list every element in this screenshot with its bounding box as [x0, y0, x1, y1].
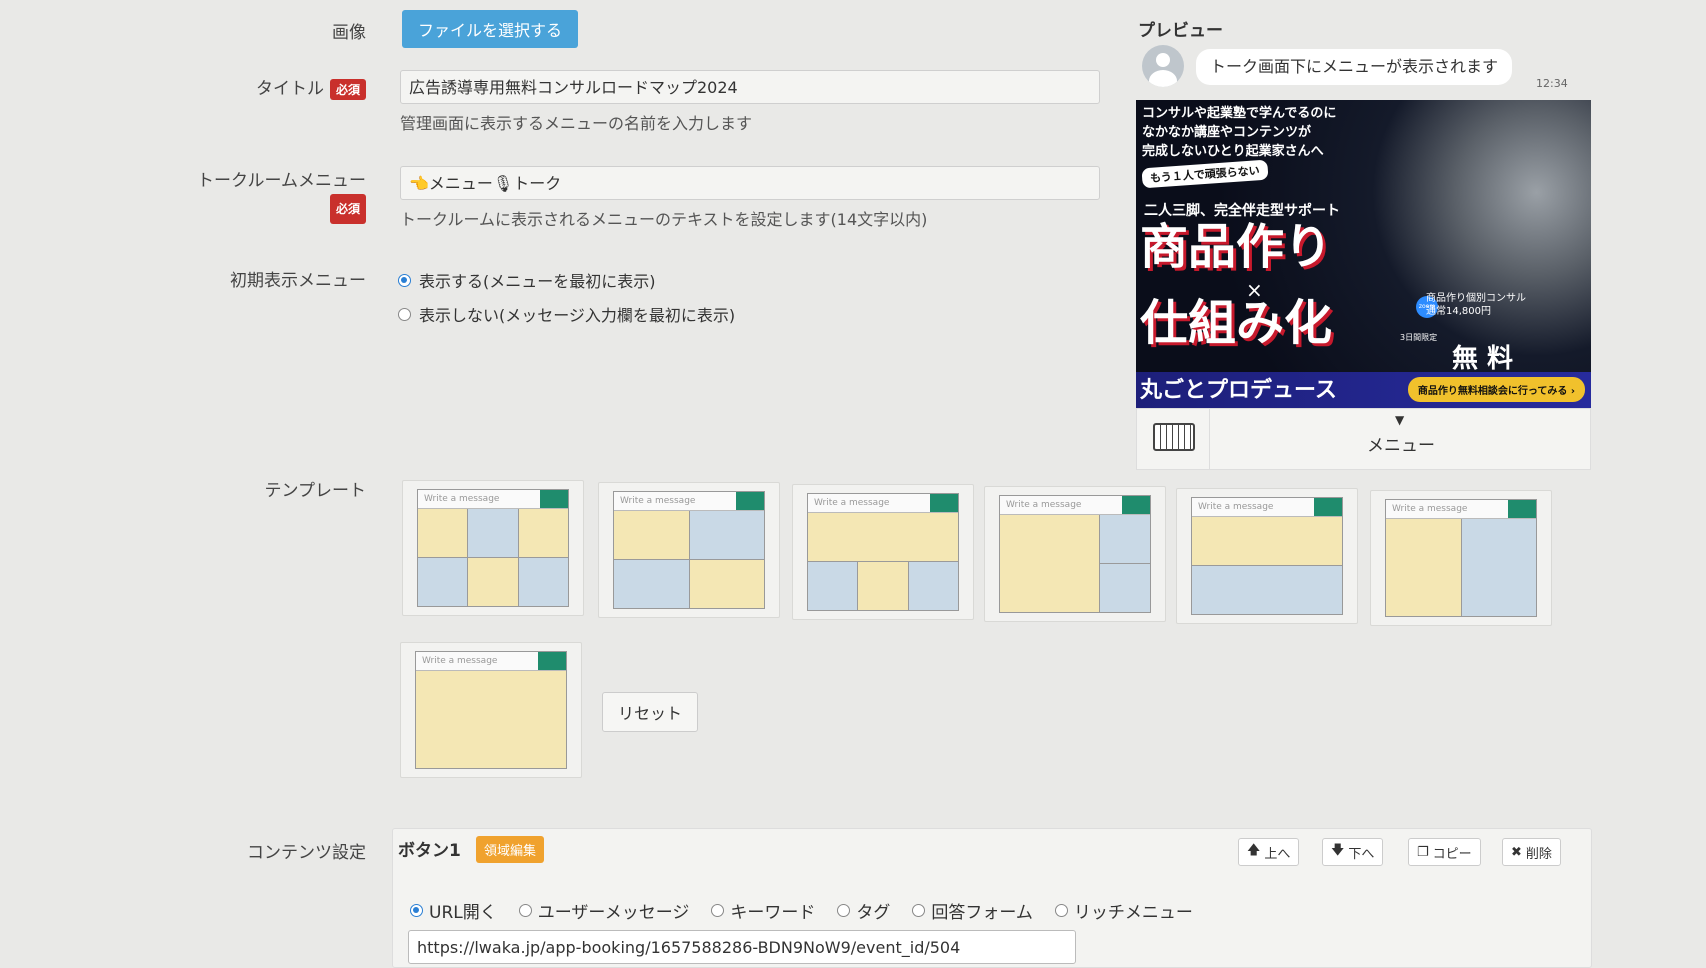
preview-message-bubble: トーク画面下にメニューが表示されます	[1196, 49, 1513, 85]
banner-limit: 3日間限定	[1400, 333, 1438, 342]
title-help: 管理画面に表示するメニューの名前を入力します	[400, 114, 753, 133]
reset-button[interactable]: リセット	[602, 692, 698, 732]
type-tag[interactable]: タグ	[837, 898, 890, 923]
template-option-3[interactable]: Write a message	[792, 484, 974, 620]
banner-intro: コンサルや起業塾で学んでるのに なかなか講座やコンテンツが 完成しないひとり起業…	[1142, 104, 1336, 161]
initial-hide-option[interactable]: 表示しない(メッセージ入力欄を最初に表示)	[398, 302, 735, 326]
initial-show-label: 表示する(メニューを最初に表示)	[419, 272, 656, 291]
preview-title: プレビュー	[1138, 21, 1223, 41]
content-settings-label: コンテンツ設定	[247, 843, 366, 863]
menu-toggle-label[interactable]: メニュー	[1367, 431, 1435, 456]
banner-consult-2: 通常14,800円	[1426, 306, 1491, 317]
radio-selected[interactable]	[410, 904, 423, 917]
radio-unselected[interactable]	[398, 307, 411, 321]
banner-headline-2: 仕組み化	[1140, 295, 1333, 351]
banner-line3: 完成しないひとり起業家さんへ	[1142, 144, 1324, 159]
initial-menu-label: 初期表示メニュー	[230, 271, 366, 291]
template-label: テンプレート	[264, 481, 367, 501]
action-type-radios: URL開く ユーザーメッセージ キーワード タグ 回答フォーム リッチメニュー	[410, 898, 1193, 923]
avatar	[1142, 45, 1184, 87]
move-up-label: 上へ	[1264, 846, 1291, 862]
talkroom-menu-input[interactable]: 👈メニュー🎙トーク	[400, 166, 1100, 200]
type-user-message-label: ユーザーメッセージ	[537, 903, 690, 923]
template-option-5[interactable]: Write a message	[1176, 488, 1358, 624]
template-option-7[interactable]: Write a message	[400, 642, 582, 778]
required-badge: 必須	[329, 194, 366, 224]
radio-unselected[interactable]	[1054, 904, 1068, 917]
move-down-label: 下へ	[1348, 846, 1375, 862]
template-option-2[interactable]: Write a message	[598, 482, 780, 618]
type-answer-form[interactable]: 回答フォーム	[912, 898, 1033, 923]
template-bar-text: Write a message	[620, 496, 696, 506]
type-user-message[interactable]: ユーザーメッセージ	[518, 898, 690, 923]
type-keyword[interactable]: キーワード	[711, 898, 815, 923]
radio-selected[interactable]	[398, 273, 411, 287]
title-input[interactable]: 広告誘導専用無料コンサルロードマップ2024	[400, 70, 1100, 104]
radio-unselected[interactable]	[711, 904, 725, 917]
template-bar-text: Write a message	[1392, 504, 1468, 514]
type-url[interactable]: URL開く	[410, 898, 497, 923]
banner-pill: もう１人で頑張らない	[1141, 159, 1269, 189]
type-rich-menu-label: リッチメニュー	[1073, 903, 1193, 923]
delete-button[interactable]: ✖ 削除	[1502, 838, 1561, 866]
template-option-1[interactable]: Write a message	[402, 480, 584, 616]
talkroom-menu-label-text: トークルームメニュー	[197, 171, 366, 191]
area-edit-button[interactable]: 領域編集	[476, 836, 545, 863]
template-bar-text: Write a message	[1198, 502, 1274, 512]
talkroom-menu-help: トークルームに表示されるメニューのテキストを設定します(14文字以内)	[400, 210, 928, 229]
radio-unselected[interactable]	[837, 904, 851, 917]
banner-consult: 商品作り個別コンサル 通常14,800円	[1426, 292, 1526, 318]
rich-menu-banner: コンサルや起業塾で学んでるのに なかなか講座やコンテンツが 完成しないひとり起業…	[1136, 100, 1591, 408]
banner-line2: なかなか講座やコンテンツが	[1142, 125, 1312, 140]
title-label-text: タイトル	[255, 79, 324, 99]
initial-hide-label: 表示しない(メッセージ入力欄を最初に表示)	[419, 306, 736, 325]
banner-headline-1: 商品作り	[1140, 219, 1333, 275]
type-keyword-label: キーワード	[730, 903, 816, 923]
url-input[interactable]: https://lwaka.jp/app-booking/1657588286-…	[408, 930, 1076, 964]
delete-label: 削除	[1525, 846, 1552, 862]
preview-chat-row: トーク画面下にメニューが表示されます 12:34	[1140, 45, 1590, 95]
banner-free: 無 料	[1452, 344, 1514, 374]
title-label: タイトル 必須	[256, 74, 366, 100]
image-label: 画像	[332, 23, 366, 43]
template-bar-text: Write a message	[424, 494, 500, 504]
template-bar-text: Write a message	[422, 656, 498, 666]
required-badge: 必須	[329, 78, 366, 100]
copy-button[interactable]: ❐ コピー	[1408, 838, 1481, 866]
arrow-down-icon: 🡇	[1331, 843, 1345, 858]
move-down-button[interactable]: 🡇 下へ	[1322, 838, 1384, 866]
template-option-6[interactable]: Write a message	[1370, 490, 1552, 626]
talkroom-menu-label: トークルームメニュー 必須	[197, 168, 366, 224]
template-option-4[interactable]: Write a message	[984, 486, 1166, 622]
radio-unselected[interactable]	[912, 904, 926, 917]
select-file-button[interactable]: ファイルを選択する	[402, 10, 578, 48]
copy-icon: ❐	[1417, 844, 1429, 860]
banner-line1: コンサルや起業塾で学んでるのに	[1142, 106, 1337, 121]
keyboard-icon[interactable]	[1153, 423, 1195, 451]
radio-unselected[interactable]	[518, 904, 532, 917]
arrow-up-icon: 🡅	[1247, 843, 1261, 858]
banner-subtitle: 二人三脚、完全伴走型サポート	[1144, 203, 1340, 219]
type-tag-label: タグ	[856, 903, 891, 923]
caret-down-icon: ▼	[1395, 413, 1405, 427]
banner-consult-1: 商品作り個別コンサル	[1426, 293, 1526, 304]
menu-divider	[1209, 409, 1210, 469]
initial-show-option[interactable]: 表示する(メニューを最初に表示)	[398, 268, 656, 292]
banner-cta: 商品作り無料相談会に行ってみる ›	[1407, 377, 1585, 402]
button-1-title: ボタン1	[398, 841, 461, 861]
copy-label: コピー	[1432, 846, 1472, 862]
template-bar-text: Write a message	[1006, 500, 1082, 510]
type-answer-form-label: 回答フォーム	[931, 903, 1033, 923]
template-bar-text: Write a message	[814, 498, 890, 508]
type-url-label: URL開く	[429, 903, 497, 923]
message-time: 12:34	[1536, 77, 1568, 90]
close-icon: ✖	[1511, 844, 1522, 860]
preview-menu-bar: ▼ メニュー	[1136, 408, 1591, 470]
type-rich-menu[interactable]: リッチメニュー	[1054, 898, 1193, 923]
move-up-button[interactable]: 🡅 上へ	[1238, 838, 1300, 866]
banner-produce: 丸ごとプロデュース	[1140, 378, 1337, 403]
